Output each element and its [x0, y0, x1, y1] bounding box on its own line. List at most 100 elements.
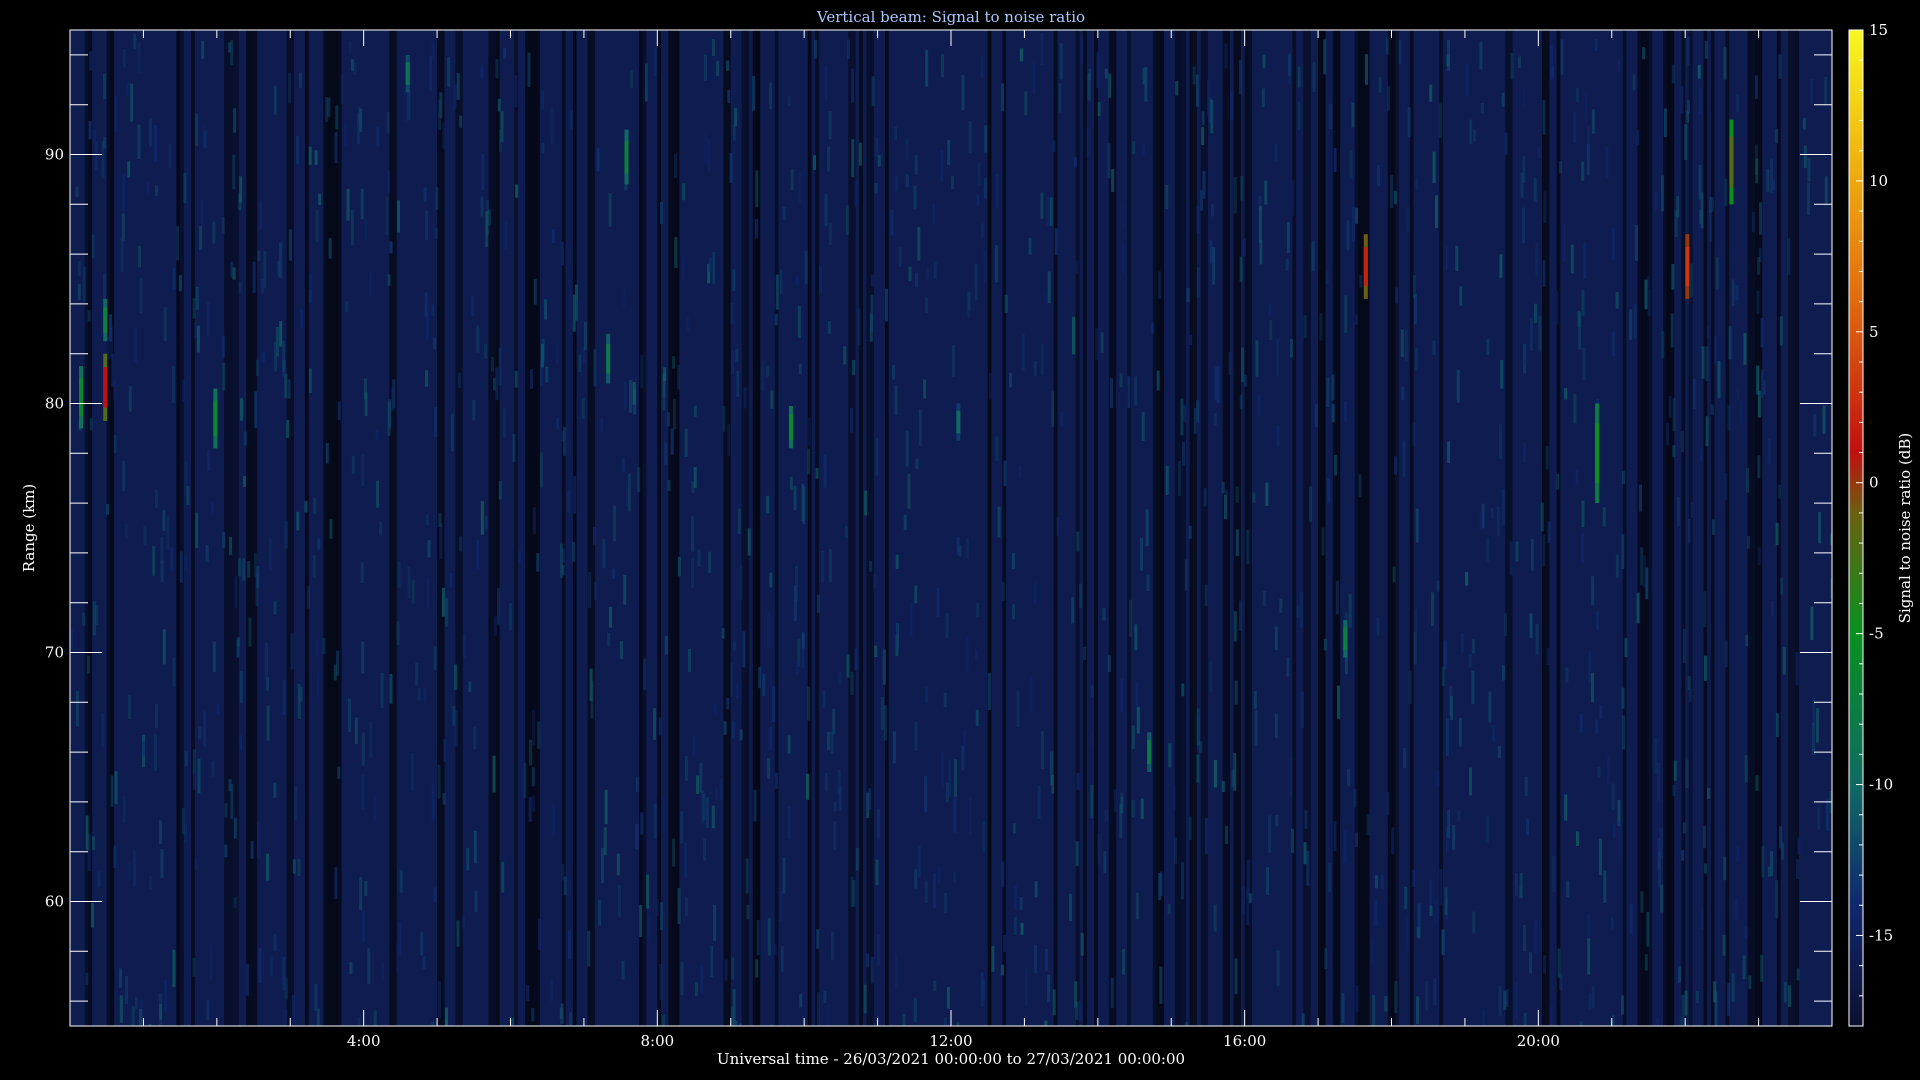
noise-speck [793, 485, 797, 511]
noise-speck [334, 131, 338, 163]
noise-gap-column [1505, 30, 1513, 1026]
noise-speck [1731, 973, 1735, 1002]
noise-speck [1471, 670, 1475, 705]
noise-speck [850, 407, 853, 433]
noise-speck [1365, 54, 1368, 85]
noise-gap-column [884, 30, 889, 1026]
noise-speck [1262, 54, 1266, 69]
noise-speck [82, 612, 86, 626]
noise-speck [1594, 39, 1598, 51]
noise-speck [224, 803, 228, 818]
noise-speck [445, 597, 449, 627]
noise-speck [1756, 365, 1760, 395]
noise-speck [314, 150, 318, 165]
noise-speck [1435, 195, 1438, 228]
noise-gap-column [1075, 30, 1080, 1026]
noise-speck [182, 379, 186, 402]
noise-speck [1257, 394, 1261, 416]
noise-speck [1471, 639, 1475, 654]
noise-speck [1615, 554, 1619, 578]
noise-speck [1727, 983, 1731, 1016]
noise-speck [735, 684, 739, 699]
noise-speck [1046, 196, 1050, 227]
noise-speck [407, 566, 411, 599]
noise-speck [1796, 859, 1799, 880]
noise-speck [1775, 713, 1779, 737]
y-axis-label: Range (km) [20, 484, 38, 573]
noise-gap-column [88, 30, 93, 1026]
noise-speck [316, 1008, 320, 1026]
noise-speck [756, 920, 760, 956]
noise-speck [153, 124, 157, 162]
noise-speck [729, 152, 733, 183]
noise-speck [1672, 398, 1676, 432]
noise-gap-column [1362, 30, 1370, 1026]
noise-speck [789, 476, 793, 490]
noise-speck [1108, 73, 1112, 98]
noise-gap-column [1083, 30, 1087, 1026]
noise-speck [1228, 352, 1232, 375]
noise-speck [422, 956, 426, 969]
noise-speck [375, 429, 379, 440]
noise-speck [874, 183, 878, 194]
noise-speck [826, 731, 830, 751]
noise-speck [230, 784, 234, 820]
noise-speck [1611, 227, 1615, 260]
noise-gap-column [1666, 30, 1675, 1026]
noise-speck [629, 379, 633, 413]
noise-speck [572, 294, 576, 332]
colorbar-tick-label: 5 [1869, 323, 1879, 341]
noise-speck [1269, 320, 1273, 340]
noise-speck [704, 54, 707, 81]
noise-speck [1542, 260, 1546, 287]
noise-speck [254, 391, 258, 429]
noise-speck [1289, 338, 1293, 358]
noise-speck [1242, 238, 1246, 257]
noise-speck [869, 561, 872, 572]
noise-speck [273, 934, 277, 952]
noise-gap-column [1336, 30, 1341, 1026]
noise-speck [1246, 859, 1250, 898]
noise-speck [724, 959, 728, 981]
y-tick-label: 70 [45, 644, 64, 662]
x-tick-label: 8:00 [640, 1032, 674, 1050]
noise-speck [128, 695, 131, 719]
noise-speck [699, 763, 703, 793]
noise-speck [1436, 580, 1440, 592]
noise-speck [1202, 171, 1206, 199]
noise-speck [885, 288, 888, 322]
noise-speck [1472, 911, 1476, 934]
noise-speck [1795, 652, 1799, 686]
noise-speck [315, 209, 319, 242]
noise-speck [481, 153, 485, 191]
noise-speck [1562, 224, 1566, 262]
noise-speck [753, 789, 757, 822]
noise-speck [138, 245, 141, 268]
noise-speck [367, 948, 371, 984]
noise-speck [379, 521, 383, 536]
noise-speck [441, 587, 445, 617]
noise-gap-column [1094, 30, 1098, 1026]
noise-speck [1102, 608, 1106, 621]
noise-speck [1707, 787, 1710, 799]
noise-speck [1502, 488, 1506, 525]
noise-speck [550, 107, 554, 145]
noise-gap-column [224, 30, 232, 1026]
noise-speck [1095, 327, 1099, 360]
noise-speck [544, 299, 548, 320]
colorbar-tick-label: 15 [1869, 21, 1888, 39]
noise-speck [434, 227, 438, 240]
noise-speck [1337, 685, 1341, 719]
noise-speck [1596, 611, 1599, 630]
noise-speck [1168, 743, 1172, 768]
noise-speck [1673, 760, 1677, 781]
noise-speck [90, 903, 94, 928]
noise-speck [148, 876, 152, 891]
noise-speck [279, 321, 283, 347]
noise-speck [540, 91, 544, 110]
noise-speck [1131, 725, 1135, 750]
noise-speck [1234, 680, 1238, 705]
noise-speck [1668, 395, 1672, 418]
noise-speck [1075, 841, 1079, 867]
noise-speck [602, 538, 606, 568]
